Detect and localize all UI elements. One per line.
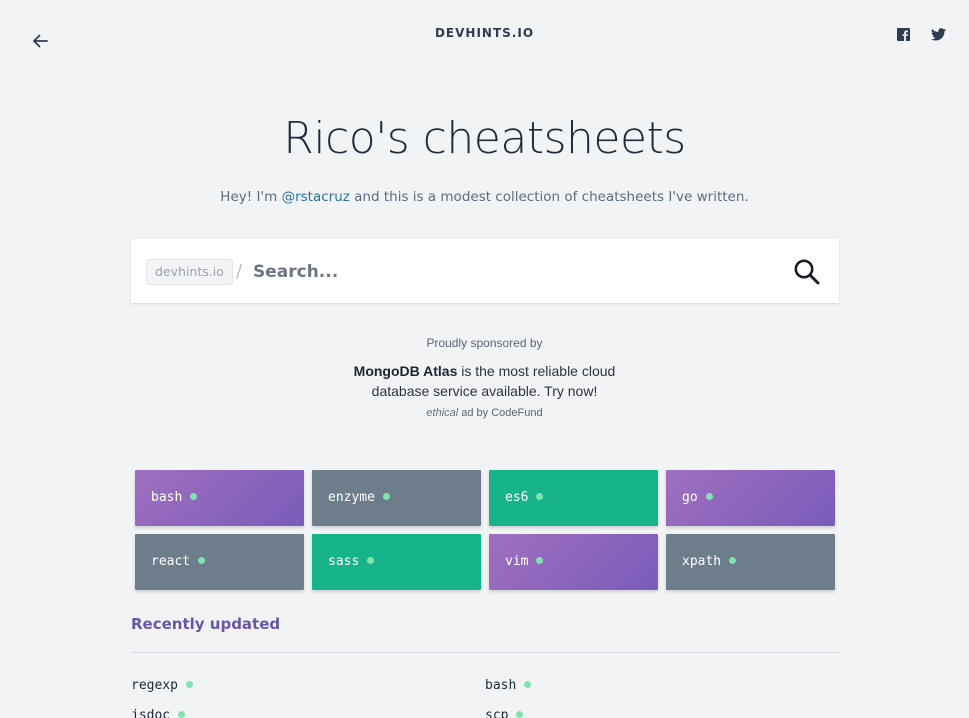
status-dot: [516, 711, 524, 718]
sponsor-foot-text: ad by CodeFund: [458, 407, 543, 419]
tile-label: go: [682, 490, 698, 505]
search-icon[interactable]: [792, 257, 822, 287]
recently-updated-heading: Recently updated: [131, 615, 281, 633]
status-dot: [178, 711, 186, 718]
tile-label: es6: [505, 490, 529, 505]
sponsor-foot-italic: ethical: [426, 407, 459, 419]
status-dot: [705, 493, 713, 500]
status-dot: [729, 557, 737, 564]
status-dot: [190, 493, 198, 500]
search-box: devhints.io /: [131, 239, 839, 303]
status-dot: [536, 557, 544, 564]
status-dot: [185, 681, 193, 688]
author-link[interactable]: @rstacruz: [282, 189, 350, 205]
sponsor-footer[interactable]: ethical ad by CodeFund: [0, 407, 969, 419]
recent-item-label: jsdoc: [131, 708, 171, 718]
sheet-tile-react[interactable]: react: [135, 534, 304, 590]
sheet-tile-go[interactable]: go: [666, 470, 835, 526]
search-input[interactable]: [253, 257, 753, 287]
subtitle-intro: Hey! I'm: [220, 189, 282, 205]
recent-item-regexp[interactable]: regexp: [131, 678, 193, 693]
sheet-tile-vim[interactable]: vim: [489, 534, 658, 590]
search-prefix-badge: devhints.io: [146, 259, 233, 285]
recent-item-scp[interactable]: scp: [485, 708, 524, 718]
status-dot: [367, 557, 375, 564]
page-title: Rico's cheatsheets: [283, 113, 686, 164]
tile-label: sass: [328, 554, 360, 569]
search-slash: /: [236, 261, 243, 282]
recent-item-jsdoc[interactable]: jsdoc: [131, 708, 186, 718]
sponsor-ad-text[interactable]: MongoDB Atlas is the most reliable cloud…: [335, 361, 635, 401]
site-brand[interactable]: DEVHINTS.IO: [0, 26, 969, 40]
status-dot: [524, 681, 532, 688]
sheet-tile-xpath[interactable]: xpath: [666, 534, 835, 590]
sheet-tile-enzyme[interactable]: enzyme: [312, 470, 481, 526]
recent-item-label: regexp: [131, 678, 178, 693]
sheet-tile-es6[interactable]: es6: [489, 470, 658, 526]
sponsor-block: Proudly sponsored by MongoDB Atlas is th…: [0, 336, 969, 419]
status-dot: [382, 493, 390, 500]
sponsor-heading: Proudly sponsored by: [426, 336, 543, 350]
sponsor-brand[interactable]: MongoDB Atlas: [354, 363, 458, 379]
recent-item-label: scp: [485, 708, 509, 718]
page-subtitle: Hey! I'm @rstacruz and this is a modest …: [0, 189, 969, 205]
subtitle-rest: and this is a modest collection of cheat…: [349, 189, 749, 205]
tile-label: react: [151, 554, 191, 569]
section-divider: [131, 652, 839, 653]
sheet-tile-bash[interactable]: bash: [135, 470, 304, 526]
tile-label: enzyme: [328, 490, 375, 505]
recent-item-label: bash: [485, 678, 517, 693]
tile-label: vim: [505, 554, 529, 569]
sheet-tile-sass[interactable]: sass: [312, 534, 481, 590]
tile-label: bash: [151, 490, 183, 505]
status-dot: [198, 557, 206, 564]
top-bar: DEVHINTS.IO: [0, 0, 969, 70]
recent-item-bash[interactable]: bash: [485, 678, 532, 693]
twitter-icon[interactable]: [930, 26, 946, 42]
status-dot: [536, 493, 544, 500]
facebook-icon[interactable]: [895, 26, 911, 42]
tile-label: xpath: [682, 554, 722, 569]
